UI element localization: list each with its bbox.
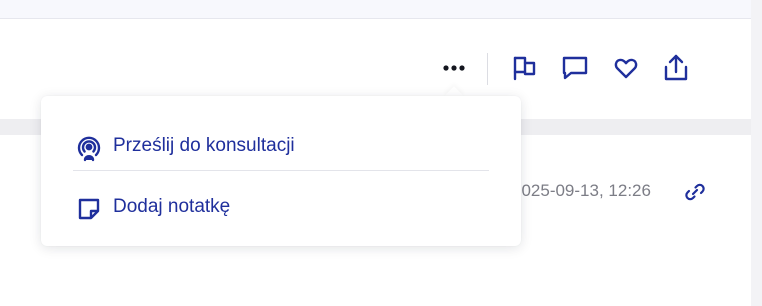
favorite-button[interactable] — [610, 52, 642, 84]
flag-button[interactable] — [508, 52, 540, 84]
toolbar-divider — [487, 53, 488, 85]
more-options-button[interactable] — [438, 52, 470, 84]
comment-button[interactable] — [559, 52, 591, 84]
consultation-broadcast-icon — [77, 136, 101, 162]
comment-icon — [562, 56, 588, 80]
share-upload-icon — [664, 54, 688, 81]
heart-icon — [614, 58, 638, 79]
link-icon[interactable] — [684, 181, 706, 203]
top-strip — [0, 0, 751, 19]
menu-item-label: Dodaj notatkę — [113, 196, 231, 217]
menu-item-send-to-consultation[interactable]: Prześlij do konsultacji — [41, 123, 521, 169]
more-options-dropdown: Prześlij do konsultacji Dodaj notatkę — [41, 96, 521, 246]
share-button[interactable] — [660, 52, 692, 84]
more-horizontal-icon — [443, 65, 465, 71]
menu-divider — [73, 170, 489, 171]
menu-item-label: Prześlij do konsultacji — [113, 135, 295, 156]
flag-icon — [513, 56, 536, 81]
entry-timestamp: 2025-09-13, 12:26 — [512, 181, 651, 200]
note-icon — [78, 198, 100, 220]
menu-item-add-note[interactable]: Dodaj notatkę — [41, 184, 521, 230]
scroll-gutter — [751, 0, 762, 306]
